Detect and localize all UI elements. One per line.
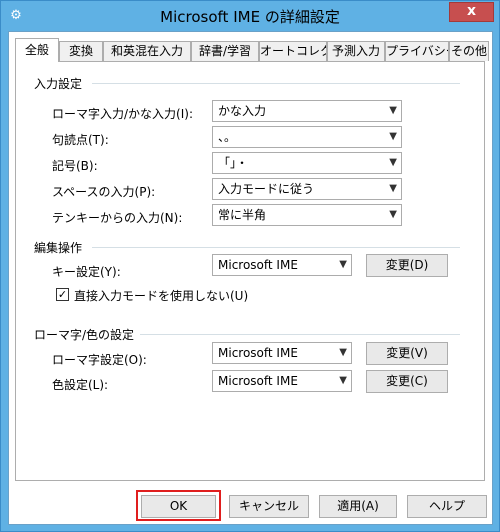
key-setting-change-button[interactable]: 変更(D)	[366, 254, 448, 277]
romaji-kana-value: かな入力	[218, 104, 267, 118]
chevron-down-icon: ▼	[339, 347, 347, 358]
chevron-down-icon: ▼	[389, 183, 397, 194]
group-divider	[140, 334, 460, 335]
tab-dictionary[interactable]: 辞書/学習	[191, 41, 259, 61]
punctuation-value: 、。	[218, 130, 237, 144]
key-setting-label: キー設定(Y):	[52, 265, 121, 279]
ime-settings-dialog: ⚙ Microsoft IME の詳細設定 x 全般 変換 和英混在入力 辞書/…	[0, 0, 500, 532]
title-bar: ⚙ Microsoft IME の詳細設定 x	[1, 1, 499, 31]
space-input-select[interactable]: 入力モードに従う ▼	[212, 178, 402, 200]
tab-privacy[interactable]: プライバシー	[385, 41, 449, 61]
romaji-color-heading: ローマ字/色の設定	[34, 328, 135, 342]
symbols-label: 記号(B):	[52, 159, 98, 173]
symbols-value: 「」・	[218, 156, 249, 170]
apply-button[interactable]: 適用(A)	[319, 495, 397, 518]
close-icon: x	[466, 3, 477, 19]
symbols-select[interactable]: 「」・ ▼	[212, 152, 402, 174]
ok-button[interactable]: OK	[141, 495, 216, 518]
romaji-setting-select[interactable]: Microsoft IME ▼	[212, 342, 352, 364]
close-button[interactable]: x	[449, 2, 494, 22]
color-change-button[interactable]: 変更(C)	[366, 370, 448, 393]
space-input-value: 入力モードに従う	[218, 182, 315, 196]
checkmark-icon: ✓	[57, 288, 68, 301]
tenkey-select[interactable]: 常に半角 ▼	[212, 204, 402, 226]
dialog-body: 全般 変換 和英混在入力 辞書/学習 オートコレクト 予測入力 プライバシー そ…	[8, 31, 493, 525]
color-setting-select[interactable]: Microsoft IME ▼	[212, 370, 352, 392]
punctuation-label: 句読点(T):	[52, 133, 109, 147]
window-title: Microsoft IME の詳細設定	[160, 8, 340, 26]
romaji-setting-value: Microsoft IME	[218, 346, 298, 360]
tab-strip: 全般 変換 和英混在入力 辞書/学習 オートコレクト 予測入力 プライバシー そ…	[15, 38, 495, 62]
tab-mixed-input[interactable]: 和英混在入力	[103, 41, 191, 61]
direct-input-label: 直接入力モードを使用しない(U)	[74, 289, 249, 303]
input-settings-heading: 入力設定	[34, 77, 83, 91]
tab-prediction[interactable]: 予測入力	[327, 41, 385, 61]
group-divider	[92, 247, 460, 248]
chevron-down-icon: ▼	[339, 375, 347, 386]
general-tab-panel: 入力設定 ローマ字入力/かな入力(I): かな入力 ▼ 句読点(T): 、。 ▼…	[15, 61, 485, 481]
color-setting-value: Microsoft IME	[218, 374, 298, 388]
cancel-button[interactable]: キャンセル	[229, 495, 309, 518]
edit-ops-heading: 編集操作	[34, 241, 83, 255]
romaji-kana-label: ローマ字入力/かな入力(I):	[52, 107, 193, 121]
romaji-setting-label: ローマ字設定(O):	[52, 353, 147, 367]
tab-conversion[interactable]: 変換	[59, 41, 103, 61]
group-divider	[92, 83, 460, 84]
tab-other[interactable]: その他	[449, 41, 489, 61]
key-setting-select[interactable]: Microsoft IME ▼	[212, 254, 352, 276]
tenkey-value: 常に半角	[218, 208, 267, 222]
space-input-label: スペースの入力(P):	[52, 185, 156, 199]
tenkey-label: テンキーからの入力(N):	[52, 211, 183, 225]
romaji-kana-select[interactable]: かな入力 ▼	[212, 100, 402, 122]
help-button[interactable]: ヘルプ	[407, 495, 487, 518]
chevron-down-icon: ▼	[389, 105, 397, 116]
chevron-down-icon: ▼	[389, 157, 397, 168]
direct-input-checkbox[interactable]: ✓	[56, 288, 69, 301]
key-setting-value: Microsoft IME	[218, 258, 298, 272]
color-setting-label: 色設定(L):	[52, 378, 109, 392]
chevron-down-icon: ▼	[389, 131, 397, 142]
tab-general[interactable]: 全般	[15, 38, 59, 62]
romaji-change-button[interactable]: 変更(V)	[366, 342, 448, 365]
chevron-down-icon: ▼	[339, 259, 347, 270]
tab-autocorrect[interactable]: オートコレクト	[259, 41, 327, 61]
chevron-down-icon: ▼	[389, 209, 397, 220]
punctuation-select[interactable]: 、。 ▼	[212, 126, 402, 148]
